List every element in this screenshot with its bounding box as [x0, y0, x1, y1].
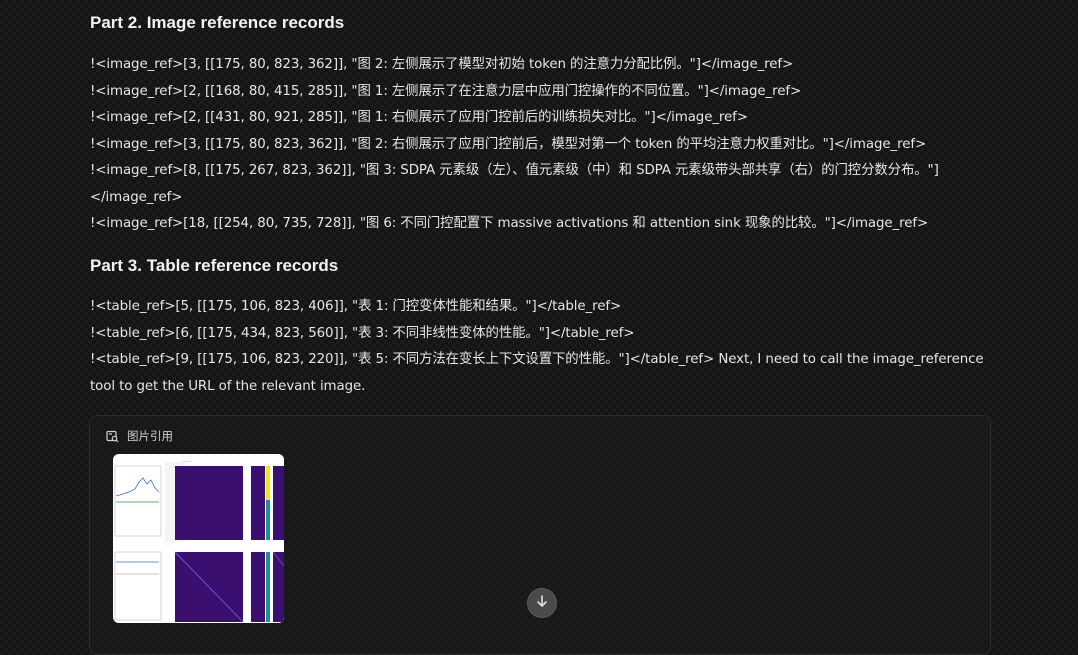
part2-heading: Part 2. Image reference records: [90, 13, 345, 32]
card-title: 图片引用: [127, 429, 173, 443]
image-ref-line: !<image_ref>[8, [[175, 267, 823, 362]], …: [90, 163, 939, 205]
image-ref-line: !<image_ref>[3, [[175, 80, 823, 362]], "…: [90, 57, 794, 72]
image-ref-line: !<image_ref>[2, [[431, 80, 921, 285]], "…: [90, 110, 748, 125]
figure-thumbnail[interactable]: ·····: [113, 454, 284, 623]
image-search-icon: [106, 430, 119, 443]
image-reference-card: 图片引用 ·····: [89, 415, 991, 655]
part3-heading: Part 3. Table reference records: [90, 256, 339, 275]
table-ref-line: !<table_ref>[9, [[175, 106, 823, 220]], …: [90, 352, 984, 394]
table-ref-line: !<table_ref>[6, [[175, 434, 823, 560]], …: [90, 325, 635, 341]
table-ref-list: !<table_ref>[5, [[175, 106, 823, 406]], …: [90, 294, 990, 400]
card-header: 图片引用: [106, 428, 173, 444]
image-ref-line: !<image_ref>[18, [[254, 80, 735, 728]], …: [90, 216, 929, 231]
scroll-to-bottom-button[interactable]: [527, 588, 557, 618]
table-ref-line: !<table_ref>[5, [[175, 106, 823, 406]], …: [90, 299, 622, 314]
svg-text:·····: ·····: [183, 459, 191, 465]
image-ref-line: !<image_ref>[3, [[175, 80, 823, 362]], "…: [90, 136, 927, 152]
image-ref-line: !<image_ref>[2, [[168, 80, 415, 285]], "…: [90, 83, 802, 99]
image-ref-list: !<image_ref>[3, [[175, 80, 823, 362]], "…: [90, 52, 990, 238]
arrow-down-icon: [535, 594, 549, 613]
